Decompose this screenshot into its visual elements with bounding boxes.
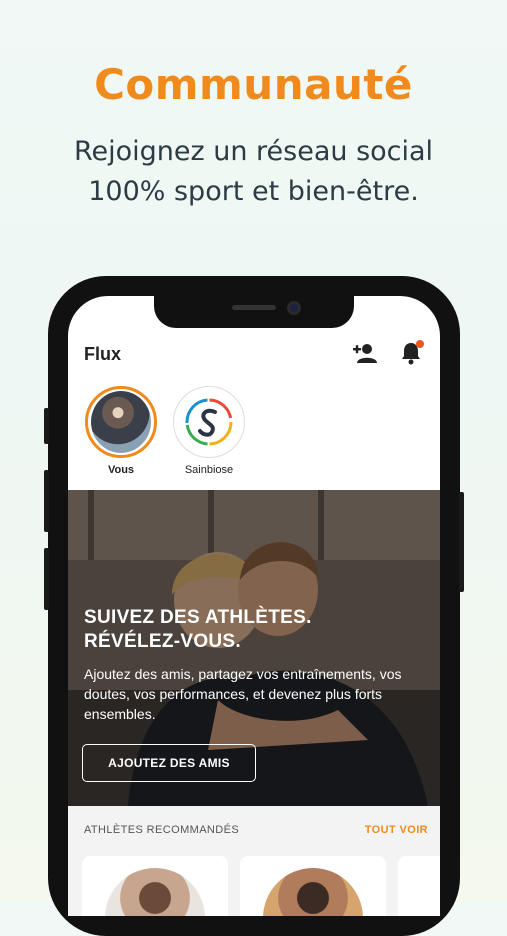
add-friends-button[interactable]: AJOUTEZ DES AMIS — [82, 744, 256, 782]
story-ring — [85, 386, 157, 458]
notifications-button[interactable] — [398, 340, 424, 366]
add-user-icon — [353, 344, 377, 363]
sainbiose-logo-icon — [185, 398, 233, 446]
app-screen: Flux Vous Sainbiose SUIVEZ DES ATHLÈTES.… — [68, 296, 440, 916]
athlete-card[interactable] — [240, 856, 386, 916]
phone-side-button — [44, 548, 49, 610]
avatar — [263, 868, 363, 916]
phone-notch — [154, 296, 354, 328]
story-sainbiose[interactable]: Sainbiose — [173, 386, 245, 476]
banner-title-line2: RÉVÉLEZ-VOUS. — [84, 631, 241, 652]
athlete-card[interactable] — [82, 856, 228, 916]
story-ring — [173, 386, 245, 458]
page-title: Flux — [84, 344, 122, 364]
promo-banner: SUIVEZ DES ATHLÈTES. RÉVÉLEZ-VOUS. Ajout… — [68, 490, 440, 806]
story-label: Sainbiose — [184, 464, 234, 476]
hero-subtitle-line2: 100% sport et bien-être. — [88, 176, 419, 207]
banner-description: Ajoutez des amis, partagez vos entraînem… — [84, 666, 402, 722]
add-friend-button[interactable] — [352, 340, 378, 366]
avatar — [105, 868, 205, 916]
athlete-card[interactable] — [398, 856, 440, 916]
phone-side-button — [44, 408, 49, 444]
hero-title: Communauté — [94, 60, 413, 109]
section-title: ATHLÈTES RECOMMANDÉS — [84, 824, 240, 836]
hero-subtitle-line1: Rejoignez un réseau social — [73, 136, 434, 167]
hero-subtitle: Rejoignez un réseau social 100% sport et… — [0, 132, 507, 212]
camera-icon — [287, 301, 301, 315]
story-label: Vous — [107, 464, 135, 476]
avatar — [91, 391, 151, 453]
banner-title: SUIVEZ DES ATHLÈTES. RÉVÉLEZ-VOUS. — [84, 606, 312, 654]
phone-side-button — [44, 470, 49, 532]
banner-title-line1: SUIVEZ DES ATHLÈTES. — [84, 607, 312, 628]
phone-speaker — [232, 305, 276, 310]
notification-badge — [416, 340, 424, 348]
phone-side-button — [459, 492, 464, 592]
story-vous[interactable]: Vous — [85, 386, 157, 476]
see-all-link[interactable]: TOUT VOIR — [365, 824, 428, 836]
